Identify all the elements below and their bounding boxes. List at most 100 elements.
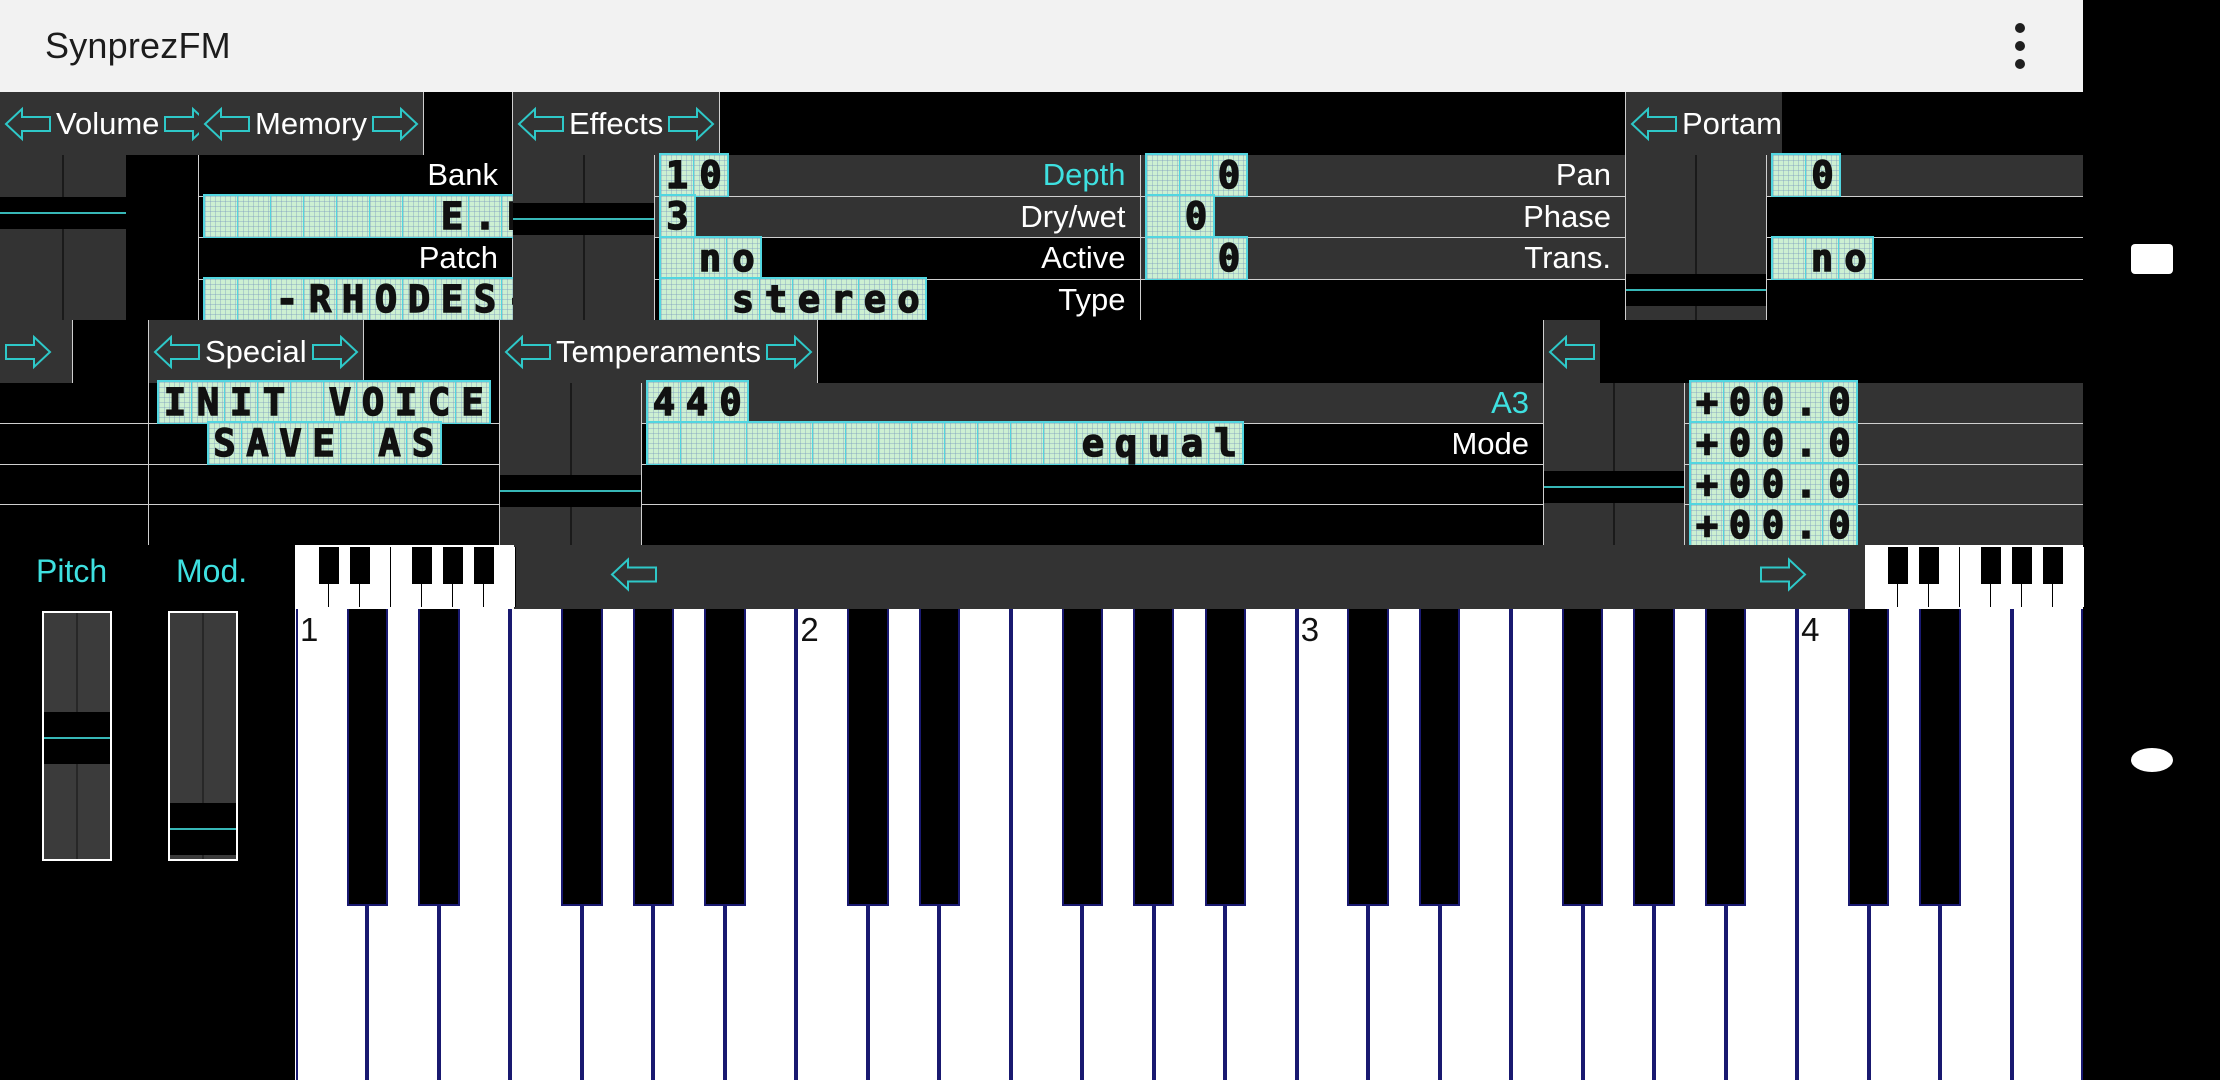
table-row[interactable]: Bank [199, 155, 512, 197]
row-value[interactable]: 440 [646, 380, 749, 426]
lcd-display[interactable]: no [1771, 235, 1874, 281]
lcd-display[interactable]: 3 [659, 194, 696, 240]
table-row[interactable]: 0 Phase [1140, 194, 1625, 240]
table-row[interactable]: 0 [1767, 152, 2083, 198]
black-key[interactable] [632, 609, 675, 906]
pitch-wheel[interactable] [42, 611, 112, 861]
table-row[interactable]: INITVOICE [149, 380, 499, 426]
lcd-display[interactable]: equal [646, 421, 1244, 467]
lcd-display[interactable]: +0 0. 0 [1689, 421, 1858, 467]
table-row[interactable]: 1 0 Depth [655, 152, 1140, 198]
lcd-display[interactable]: +0 0. 0 [1689, 502, 1858, 548]
right-arrow-icon[interactable] [761, 333, 817, 371]
black-key[interactable] [346, 609, 389, 906]
table-row[interactable]: +0 0. 0 [1685, 502, 2083, 548]
black-key[interactable] [1204, 609, 1246, 906]
left-arrow-icon[interactable] [1544, 333, 1600, 371]
right-arrow-icon[interactable] [663, 105, 719, 143]
table-row[interactable]: n o Active [655, 235, 1140, 281]
lcd-display[interactable]: 0 [1144, 194, 1215, 240]
table-row[interactable]: 3 Dry/wet [655, 194, 1140, 240]
right-arrow-icon[interactable] [307, 333, 363, 371]
table-row[interactable] [1140, 279, 1625, 320]
black-key[interactable] [847, 609, 889, 906]
row-value[interactable]: INITVOICE [153, 380, 495, 426]
mini-keyboard-right[interactable] [1865, 545, 2085, 609]
table-row[interactable]: SAVEAS [149, 421, 499, 467]
table-row[interactable]: 0 Trans. [1140, 235, 1625, 281]
row-value[interactable]: no [1771, 235, 1874, 281]
table-row[interactable]: +0 0. 0 [1685, 380, 2083, 426]
mini-keyboard-left[interactable] [296, 545, 516, 609]
slider-knob[interactable] [1626, 274, 1766, 306]
black-key[interactable] [1561, 609, 1604, 906]
row-value[interactable]: equal [646, 421, 1244, 467]
lcd-display[interactable]: INITVOICE [157, 380, 491, 426]
table-row[interactable]: +0 0. 0 [1685, 461, 2083, 507]
table-row[interactable] [149, 464, 499, 506]
left-arrow-icon[interactable] [1626, 105, 1682, 143]
right-arrow-icon[interactable] [367, 105, 423, 143]
black-key[interactable] [1347, 609, 1389, 906]
mod-wheel[interactable] [168, 611, 238, 861]
white-key[interactable] [2011, 609, 2083, 1080]
black-key[interactable] [1061, 609, 1103, 906]
lcd-display[interactable]: 10 [659, 152, 729, 198]
black-key[interactable] [1704, 609, 1747, 906]
table-row[interactable]: +0 0. 0 [1685, 421, 2083, 467]
row-value[interactable]: 3 [659, 194, 696, 240]
lcd-display[interactable]: 0 [1144, 152, 1248, 198]
table-row[interactable]: no [1767, 235, 2083, 281]
black-key[interactable] [418, 609, 460, 906]
lcd-display[interactable]: 440 [646, 380, 749, 426]
lcd-display[interactable]: stereo [659, 277, 927, 323]
black-key[interactable] [1418, 609, 1461, 906]
table-row[interactable] [0, 505, 148, 545]
table-row[interactable] [0, 464, 148, 506]
table-row[interactable] [149, 505, 499, 545]
slider-knob[interactable] [0, 197, 126, 229]
left-arrow-icon[interactable] [0, 105, 56, 143]
overflow-menu-icon[interactable] [2015, 23, 2025, 69]
lcd-display[interactable]: SAVEAS [206, 421, 442, 467]
slider-knob[interactable] [1544, 471, 1684, 503]
row-value[interactable]: 0 [1144, 235, 1248, 281]
lcd-display[interactable]: +0 0. 0 [1689, 461, 1858, 507]
black-key[interactable] [1919, 609, 1961, 906]
row-value[interactable]: 0 [1144, 194, 1215, 240]
home-circle-icon[interactable] [2130, 748, 2173, 772]
portamento-slider[interactable] [1626, 155, 1767, 320]
mod-wheel-thumb[interactable] [170, 803, 236, 855]
lcd-display[interactable]: no [659, 235, 762, 281]
lcd-display[interactable]: 0 [1771, 152, 1841, 198]
lcd-display[interactable]: +0 0. 0 [1689, 380, 1858, 426]
table-row[interactable]: E.PianoTAG [199, 194, 772, 240]
left-arrow-icon[interactable] [606, 556, 662, 599]
right-arrow-icon[interactable] [1755, 556, 1811, 599]
table-row[interactable] [0, 423, 148, 465]
black-key[interactable] [1847, 609, 1890, 906]
row-value[interactable]: 0 [1144, 152, 1248, 198]
black-key[interactable] [1133, 609, 1175, 906]
row-value[interactable]: +0 0. 0 [1689, 380, 1858, 426]
recent-apps-square-icon[interactable] [2130, 244, 2173, 274]
black-key[interactable] [918, 609, 961, 906]
row-value[interactable]: SAVEAS [153, 421, 495, 467]
slider-knob[interactable] [500, 475, 641, 507]
table-row[interactable] [1767, 196, 2083, 238]
row-value[interactable]: 10 [659, 152, 729, 198]
left-arrow-icon[interactable] [199, 105, 255, 143]
black-key[interactable] [1633, 609, 1675, 906]
black-key[interactable] [561, 609, 603, 906]
keyboard-scroll-area[interactable] [514, 545, 1865, 609]
lcd-display[interactable]: 0 [1144, 235, 1248, 281]
table-row[interactable]: 4 4 0 A3 [642, 380, 1543, 426]
table-row[interactable]: 0 Pan [1140, 152, 1625, 198]
table-row[interactable]: -RHODES-! [199, 270, 637, 329]
row-value[interactable]: no [659, 235, 762, 281]
table-row[interactable]: e q u a l Mode [642, 421, 1543, 467]
row-value[interactable]: +0 0. 0 [1689, 461, 1858, 507]
left-arrow-icon[interactable] [513, 105, 569, 143]
row-value[interactable]: +0 0. 0 [1689, 502, 1858, 548]
temperaments-slider[interactable] [500, 383, 642, 545]
